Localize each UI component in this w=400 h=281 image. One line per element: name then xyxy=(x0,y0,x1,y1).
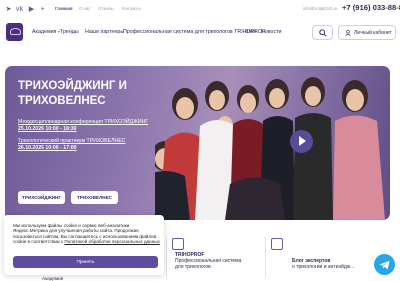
email-link[interactable]: info@scalptrich.ru xyxy=(303,6,337,11)
search-icon xyxy=(319,29,327,37)
event-conference[interactable]: Междисциплинарная конференция ТРИХОЭЙДЖИ… xyxy=(18,119,148,132)
event-name: Трихологический практикум ТРИХОВЕЛНЕС xyxy=(18,138,126,144)
academy-card-label: Академия xyxy=(42,276,64,281)
play-video-button[interactable] xyxy=(290,130,313,153)
card-trihoprof[interactable]: TRIHOPROF Профессиональная система для т… xyxy=(175,252,241,270)
telegram-icon xyxy=(379,260,390,270)
telegram-chat-button[interactable] xyxy=(374,254,395,275)
personal-cabinet-button[interactable]: Личный кабинет xyxy=(338,25,396,40)
trihoprof-icon xyxy=(172,238,184,250)
nav-item-trends[interactable]: Тренды xyxy=(60,29,79,35)
card-subtitle: о трихологии и антиэйдж... xyxy=(292,264,355,270)
nav-item-label: Тренды xyxy=(60,29,79,35)
toplink-about[interactable]: О нас xyxy=(79,6,90,12)
nav-item-news[interactable]: Новости xyxy=(261,29,282,35)
cookie-text: Мы используем файлы cookie и сервис веб-… xyxy=(13,223,163,245)
card-blog[interactable]: Блог экспертов о трихологии и антиэйдж..… xyxy=(292,258,354,270)
personal-cabinet-label: Личный кабинет xyxy=(354,30,392,36)
nav-item-academy[interactable]: Академия ▾ xyxy=(32,29,60,35)
accept-cookies-button[interactable]: Принять xyxy=(13,256,158,268)
toplink-home[interactable]: Главная xyxy=(55,6,72,12)
nav-item-label: Академия xyxy=(32,29,57,35)
toplink-reviews[interactable]: Отзывы xyxy=(98,6,114,12)
phone-link[interactable]: +7 (916) 033-88-82 xyxy=(342,3,400,12)
nav-item-label: Блог xyxy=(245,29,257,35)
vk-icon[interactable]: vk xyxy=(15,5,24,14)
plus-icon[interactable]: + xyxy=(38,5,47,14)
nav-item-blog[interactable]: Блог xyxy=(245,29,256,35)
site-logo[interactable] xyxy=(6,23,23,41)
divider xyxy=(265,237,266,277)
nav-item-partners[interactable]: Наши партнеры xyxy=(85,29,124,35)
group-photo xyxy=(155,77,385,220)
nav-item-label: Новости xyxy=(261,29,282,35)
user-icon xyxy=(345,30,351,36)
slider-dots xyxy=(198,212,213,220)
nav-item-label: Наши партнеры xyxy=(85,29,125,35)
top-bar: ➤ vk ▶ + Главная О нас Отзывы Контакты i… xyxy=(0,0,400,20)
trihowellness-button[interactable]: ТРИХОВЕЛНЕС xyxy=(71,191,118,204)
privacy-policy-link[interactable]: Политикой обработки персональных данных xyxy=(64,239,159,244)
divider xyxy=(166,237,167,277)
event-date: 25.10.2026 10:00 - 18:30 xyxy=(18,125,77,132)
cookie-banner: Мы используем файлы cookie и сервис веб-… xyxy=(4,215,164,275)
event-name: Междисциплинарная конференция ТРИХОЭЙДЖИ… xyxy=(18,119,149,125)
search-button[interactable] xyxy=(312,25,333,40)
blog-icon xyxy=(271,238,283,250)
card-subtitle: для трихологов xyxy=(175,264,211,270)
toplink-contacts[interactable]: Контакты xyxy=(122,6,141,12)
event-date: 26.10.2026 10:00 - 17:00 xyxy=(18,144,77,151)
event-workshop[interactable]: Трихологический практикум ТРИХОВЕЛНЕС 26… xyxy=(18,138,125,151)
telegram-icon[interactable]: ➤ xyxy=(4,5,13,14)
hero-title: ТРИХОЭЙДЖИНГ И ТРИХОВЕЛНЕС xyxy=(18,80,127,107)
trihoaging-button[interactable]: ТРИХОЭЙДЖИНГ xyxy=(18,191,65,204)
hero-banner: ТРИХОЭЙДЖИНГ И ТРИХОВЕЛНЕС Междисциплина… xyxy=(5,66,390,220)
youtube-icon[interactable]: ▶ xyxy=(27,5,36,14)
